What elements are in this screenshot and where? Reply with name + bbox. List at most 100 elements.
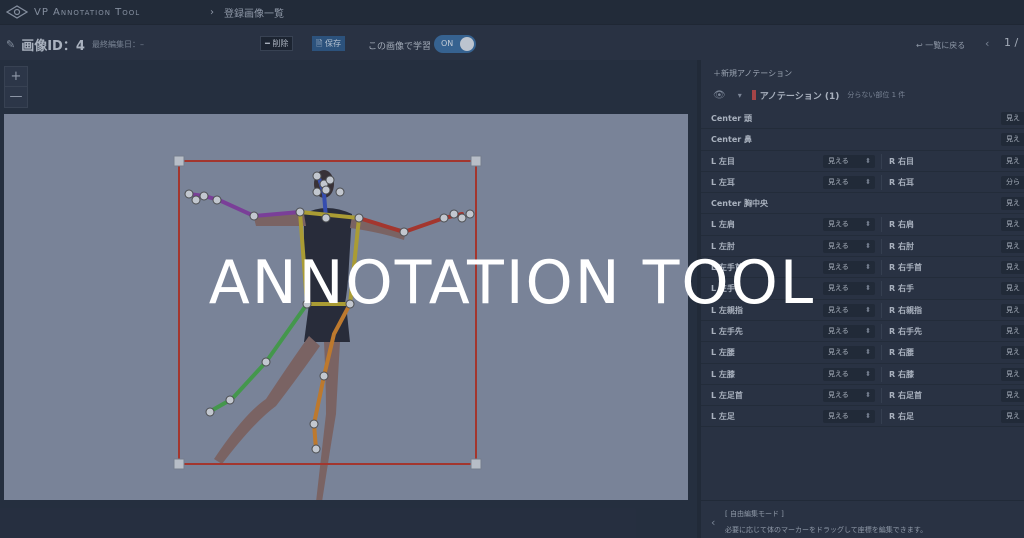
keypoint-label-right: R 右手首 [889, 263, 922, 273]
visibility-select-right[interactable]: 見え [1001, 239, 1024, 253]
keypoint-label-left: L 左手先 [711, 326, 743, 336]
keypoint-row: L 左肩 見える R 右肩 見え [701, 214, 1024, 236]
zoom-out-button[interactable]: — [5, 87, 27, 107]
breadcrumb-image-list[interactable]: 登録画像一覧 [224, 5, 284, 20]
eye-icon[interactable]: 👁 [713, 90, 726, 101]
back-to-list-link[interactable]: ↩ 一覧に戻る [916, 40, 965, 51]
keypoint-label-left: Center 頭 [711, 114, 752, 123]
row-divider [881, 260, 882, 276]
bbox-handle-bl[interactable] [173, 458, 185, 470]
save-button[interactable]: 🗎 保存 [312, 36, 345, 51]
chevron-right-icon: › [210, 6, 214, 18]
bbox-handle-tl[interactable] [173, 155, 185, 167]
visibility-select-right[interactable]: 見え [1001, 261, 1024, 275]
keypoint-label-left: Center 鼻 [711, 135, 752, 145]
keypoint-label-left: L 左耳 [711, 177, 735, 187]
keypoint-label-right: R 右肩 [889, 220, 914, 230]
visibility-select-left[interactable]: 見える [823, 261, 875, 275]
visibility-select-right[interactable]: 見え [1001, 282, 1024, 296]
app-logo[interactable]: VP Annotation Tool [0, 5, 200, 19]
keypoint-label-left: L 左足首 [711, 390, 743, 400]
keypoint-label-right: R 右腰 [889, 348, 914, 358]
visibility-select-left[interactable]: 見える [823, 346, 875, 360]
visibility-select-left[interactable]: 見える [823, 410, 875, 424]
annotation-header[interactable]: 👁 ▾ アノテーション (1) 分らない部位 1 件 [701, 84, 1024, 106]
keypoint-label-left: L 左腰 [711, 348, 735, 358]
prev-page-button[interactable]: ‹ [985, 37, 989, 50]
visibility-select-left[interactable]: 見える [823, 303, 875, 317]
page-indicator: 1 / [1004, 36, 1019, 49]
keypoint-list: Center 頭見えCenter 鼻見えL 左目見えるR 右目見えL 左耳見える… [701, 108, 1024, 428]
annotation-color-marker [751, 90, 756, 100]
visibility-select-right[interactable]: 見え [1001, 112, 1024, 125]
keypoint-label-right: R 右足 [889, 412, 914, 422]
bbox-handle-br[interactable] [470, 458, 482, 470]
visibility-select-right[interactable]: 見え [1001, 197, 1024, 211]
visibility-select-left[interactable]: 見える [823, 239, 875, 253]
visibility-select-right[interactable]: 見え [1001, 388, 1024, 402]
save-icon: 🗎 [316, 39, 325, 48]
visibility-select-right[interactable]: 見え [1001, 303, 1024, 317]
keypoint-label-right: R 右親指 [889, 305, 922, 315]
keypoint-row: L 左耳 見える R 右耳 分ら [701, 172, 1024, 194]
visibility-select-left[interactable]: 見える [823, 218, 875, 232]
keypoint-label-right: R 右肘 [889, 241, 914, 251]
new-annotation-button[interactable]: ＋新規アノテーション [713, 68, 792, 79]
keypoint-label-left: L 左親指 [711, 305, 743, 315]
logo-icon [6, 5, 28, 19]
visibility-select-right[interactable]: 見え [1001, 218, 1024, 232]
bbox-handle-tr[interactable] [470, 155, 482, 167]
keypoint-label-right: R 右膝 [889, 369, 914, 379]
row-divider [881, 217, 882, 233]
edit-mode-label: [ 自由編集モード ] [725, 510, 784, 518]
visibility-select-right[interactable]: 見え [1001, 367, 1024, 381]
visibility-select-left[interactable]: 見える [823, 154, 875, 168]
keypoint-label-right: R 右足首 [889, 390, 922, 400]
keypoint-row: L 左目 見える R 右目 見え [701, 151, 1024, 172]
learn-toggle[interactable]: ON [434, 35, 476, 53]
visibility-select-left[interactable]: 見える [823, 367, 875, 381]
visibility-select-right[interactable]: 見え [1001, 324, 1024, 338]
keypoint-label-left: L 左手 [711, 284, 735, 294]
keypoint-label-right: R 右耳 [889, 177, 914, 187]
canvas-footer [0, 502, 697, 538]
keypoint-row: L 左膝 見える R 右膝 見え [701, 364, 1024, 385]
visibility-select-left[interactable]: 見える [823, 282, 875, 296]
row-divider [881, 366, 882, 382]
keypoint-row: Center 胸中央 見え [701, 193, 1024, 215]
keypoint-label-right: R 右手先 [889, 326, 922, 336]
keypoint-label-left: L 左肘 [711, 241, 735, 251]
keypoint-row: L 左腰 見える R 右腰 見え [701, 342, 1024, 364]
annotated-image[interactable] [4, 114, 688, 500]
collapse-icon[interactable]: ‹ [711, 516, 715, 529]
zoom-in-button[interactable]: + [5, 67, 27, 87]
keypoint-row: L 左手 見える R 右手 見え [701, 278, 1024, 300]
visibility-select-left[interactable]: 見える [823, 175, 875, 189]
zoom-control: + — [4, 66, 28, 108]
chevron-down-icon[interactable]: ▾ [738, 91, 742, 100]
keypoint-label-left: L 左足 [711, 412, 735, 422]
visibility-select-right[interactable]: 見え [1001, 133, 1024, 147]
row-divider [881, 409, 882, 425]
visibility-select-right[interactable]: 分ら [1001, 175, 1024, 189]
panel-footer: ‹ [ 自由編集モード ] 必要に応じて体のマーカーをドラッグして座標を編集でき… [701, 500, 1024, 538]
visibility-select-right[interactable]: 見え [1001, 346, 1024, 360]
dancer-figure [214, 170, 406, 500]
breadcrumb[interactable]: › 登録画像一覧 [210, 5, 284, 20]
visibility-select-left[interactable]: 見える [823, 324, 875, 338]
pencil-icon: ✎ [6, 38, 16, 51]
app-header: VP Annotation Tool › 登録画像一覧 [0, 0, 1024, 24]
visibility-select-right[interactable]: 見え [1001, 410, 1024, 424]
unknown-parts-count: 分らない部位 1 件 [847, 91, 906, 99]
keypoint-label-left: Center 胸中央 [711, 199, 768, 209]
keypoint-row: L 左手首 見える R 右手首 見え [701, 257, 1024, 279]
visibility-select-left[interactable]: 見える [823, 388, 875, 402]
toggle-state: ON [441, 39, 454, 48]
visibility-select-right[interactable]: 見え [1001, 154, 1024, 168]
delete-button[interactable]: ━ 削除 [260, 36, 294, 51]
row-divider [881, 238, 882, 254]
keypoint-label-right: R 右目 [889, 156, 914, 166]
image-id-title[interactable]: ✎ 画像ID：4 [6, 35, 85, 54]
row-divider [881, 281, 882, 297]
edit-hint: 必要に応じて体のマーカーをドラッグして座標を編集できます。 [725, 526, 928, 534]
